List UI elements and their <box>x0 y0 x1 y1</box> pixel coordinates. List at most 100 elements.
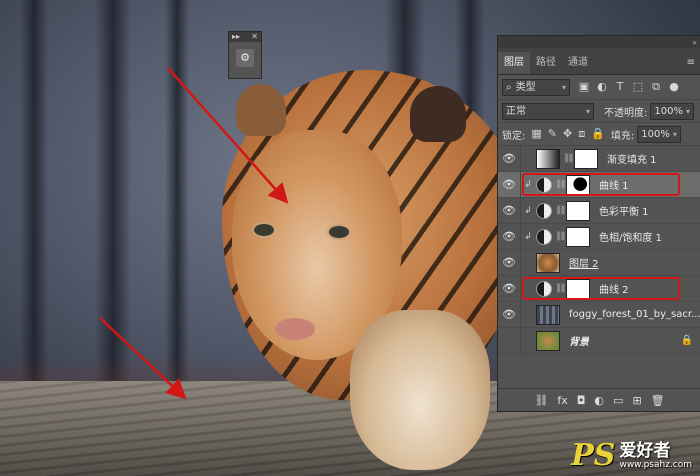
layer-name[interactable]: 背景 <box>569 333 589 348</box>
visibility-eye-icon[interactable]: 👁 <box>498 328 521 353</box>
layer-thumbnail[interactable] <box>536 330 560 351</box>
collapse-icon[interactable]: » <box>692 38 697 47</box>
lock-position-icon[interactable]: ✥ <box>563 127 572 141</box>
layer-mask-thumbnail[interactable] <box>566 278 590 299</box>
lock-row: 锁定: ▦ ✎ ✥ ⧈ 🔒 填充: 100% ▾ <box>498 123 700 146</box>
fill-label: 填充: <box>610 130 635 142</box>
mask-link-icon[interactable]: ⛓ <box>555 206 566 216</box>
layer-list: 👁 ⛓ 渐变填充 1 👁 ↲ ⛓ 曲线 1 👁 ↲ ⛓ 色彩平衡 1 👁 ↲ ⛓ 色相/饱和度 1 👁 图层 2… <box>498 146 700 354</box>
layer-name[interactable]: 色彩平衡 1 <box>599 203 649 218</box>
mask-link-icon[interactable]: ⛓ <box>563 154 574 164</box>
watermark-title: 爱好者 <box>619 441 671 461</box>
layer-name[interactable]: 色相/饱和度 1 <box>599 229 662 244</box>
visibility-eye-icon[interactable]: 👁 <box>498 198 521 223</box>
mask-link-icon[interactable]: ⛓ <box>555 284 566 294</box>
mini-adjustments-panel[interactable]: ▸▸ ✕ ⚙ <box>228 31 262 79</box>
layer-row[interactable]: 👁 ⛓ 曲线 2 <box>498 276 700 302</box>
close-icon[interactable]: ✕ <box>251 32 258 42</box>
layer-name[interactable]: 图层 2 <box>569 255 599 270</box>
visibility-eye-icon[interactable]: 👁 <box>498 172 521 197</box>
fill-value: 100% <box>641 128 670 140</box>
opacity-value: 100% <box>654 105 683 117</box>
annotation-arrow-log <box>99 317 187 400</box>
delete-icon[interactable]: 🗑 <box>651 394 665 407</box>
layer-row[interactable]: 👁 ↲ ⛓ 曲线 1 <box>498 172 700 198</box>
watermark-url: www.psahz.com <box>619 460 692 470</box>
blend-mode-value: 正常 <box>506 105 526 117</box>
lock-image-icon[interactable]: ✎ <box>548 127 557 141</box>
layer-row[interactable]: 👁 背景 🔒 <box>498 328 700 354</box>
layer-row[interactable]: 👁 ↲ ⛓ 色相/饱和度 1 <box>498 224 700 250</box>
layer-mask-thumbnail[interactable] <box>566 200 590 221</box>
filter-adjustment-icon[interactable]: ◐ <box>596 80 608 94</box>
layer-name[interactable]: 渐变填充 1 <box>607 151 657 166</box>
chevron-down-icon: ▾ <box>585 106 590 116</box>
filter-shape-icon[interactable]: ⬚ <box>632 80 644 94</box>
mini-panel-titlebar[interactable]: ▸▸ ✕ <box>229 32 261 42</box>
layer-thumbnail[interactable] <box>536 304 560 325</box>
link-layers-icon[interactable]: ⛓ <box>534 394 548 407</box>
watermark-logo: PS <box>571 438 616 473</box>
filter-row: ⌕ 类型 ▾ ▣ ◐ T ⬚ ⧉ ● <box>498 75 700 100</box>
panel-bottom-bar: ⛓ fx ◘ ◐ ▭ ⊞ 🗑 <box>498 388 700 411</box>
layer-row[interactable]: 👁 foggy_forest_01_by_sacr... <box>498 302 700 328</box>
fx-icon[interactable]: fx <box>557 394 567 407</box>
search-icon: ⌕ <box>506 81 512 93</box>
layer-row[interactable]: 👁 ⛓ 渐变填充 1 <box>498 146 700 172</box>
fill-field[interactable]: 100% ▾ <box>637 125 681 143</box>
lock-label: 锁定: <box>502 130 526 142</box>
panel-titlebar[interactable]: » <box>498 36 700 48</box>
filter-kind-label: 类型 <box>515 81 536 93</box>
layer-row[interactable]: 👁 ↲ ⛓ 色彩平衡 1 <box>498 198 700 224</box>
layer-name[interactable]: 曲线 1 <box>599 177 629 192</box>
filter-smartobject-icon[interactable]: ⧉ <box>650 80 662 94</box>
visibility-eye-icon[interactable]: 👁 <box>498 224 521 249</box>
opacity-field[interactable]: 100% ▾ <box>650 102 694 120</box>
lock-artboard-icon[interactable]: ⧈ <box>578 127 585 141</box>
chevron-down-icon: ▾ <box>685 106 690 116</box>
clipping-mask-icon: ↲ <box>524 205 532 216</box>
layer-name[interactable]: 曲线 2 <box>599 281 629 296</box>
clipping-mask-icon: ↲ <box>524 179 532 190</box>
adjustment-layer-icon[interactable] <box>536 176 552 193</box>
tab-layers[interactable]: 图层 <box>498 52 530 74</box>
panel-menu-icon[interactable]: ≡ <box>681 52 700 74</box>
visibility-eye-icon[interactable]: 👁 <box>498 146 521 171</box>
mask-link-icon[interactable]: ⛓ <box>555 232 566 242</box>
visibility-eye-icon[interactable]: 👁 <box>498 302 521 327</box>
blend-row: 正常 ▾ 不透明度: 100% ▾ <box>498 100 700 123</box>
visibility-eye-icon[interactable]: 👁 <box>498 250 521 275</box>
annotation-arrow-forehead <box>167 67 289 204</box>
new-adjustment-icon[interactable]: ◐ <box>594 394 604 407</box>
mask-link-icon[interactable]: ⛓ <box>555 180 566 190</box>
filter-type-icon[interactable]: T <box>614 80 626 94</box>
layer-mask-thumbnail[interactable] <box>566 174 590 195</box>
layer-name[interactable]: foggy_forest_01_by_sacr... <box>569 309 700 320</box>
adjustment-layer-icon[interactable] <box>536 228 552 245</box>
layers-panel[interactable]: » 图层 路径 通道 ≡ ⌕ 类型 ▾ ▣ ◐ T ⬚ ⧉ ● 正常 ▾ 不透明… <box>497 35 700 412</box>
blend-mode-select[interactable]: 正常 ▾ <box>502 102 594 120</box>
lock-icon: 🔒 <box>680 335 693 346</box>
filter-toggle-icon[interactable]: ● <box>668 80 680 94</box>
layer-thumbnail[interactable] <box>536 148 560 169</box>
adjustment-layer-icon[interactable] <box>536 202 552 219</box>
visibility-eye-icon[interactable]: 👁 <box>498 276 521 301</box>
filter-pixel-icon[interactable]: ▣ <box>578 80 590 94</box>
layer-row[interactable]: 👁 图层 2 <box>498 250 700 276</box>
clipping-mask-icon: ↲ <box>524 231 532 242</box>
adjustments-icon[interactable]: ⚙ <box>236 49 254 67</box>
new-group-icon[interactable]: ▭ <box>613 394 623 407</box>
layer-thumbnail[interactable] <box>536 252 560 273</box>
layer-mask-thumbnail[interactable] <box>566 226 590 247</box>
chevron-down-icon: ▾ <box>561 82 566 92</box>
filter-kind-select[interactable]: ⌕ 类型 ▾ <box>502 78 570 96</box>
tab-channels[interactable]: 通道 <box>562 52 594 74</box>
layer-mask-thumbnail[interactable] <box>574 148 598 169</box>
add-mask-icon[interactable]: ◘ <box>577 394 586 407</box>
tab-paths[interactable]: 路径 <box>530 52 562 74</box>
collapse-icon[interactable]: ▸▸ <box>232 32 240 42</box>
adjustment-layer-icon[interactable] <box>536 280 552 297</box>
lock-transparent-icon[interactable]: ▦ <box>531 127 541 141</box>
new-layer-icon[interactable]: ⊞ <box>632 394 641 407</box>
lock-all-icon[interactable]: 🔒 <box>591 127 605 141</box>
